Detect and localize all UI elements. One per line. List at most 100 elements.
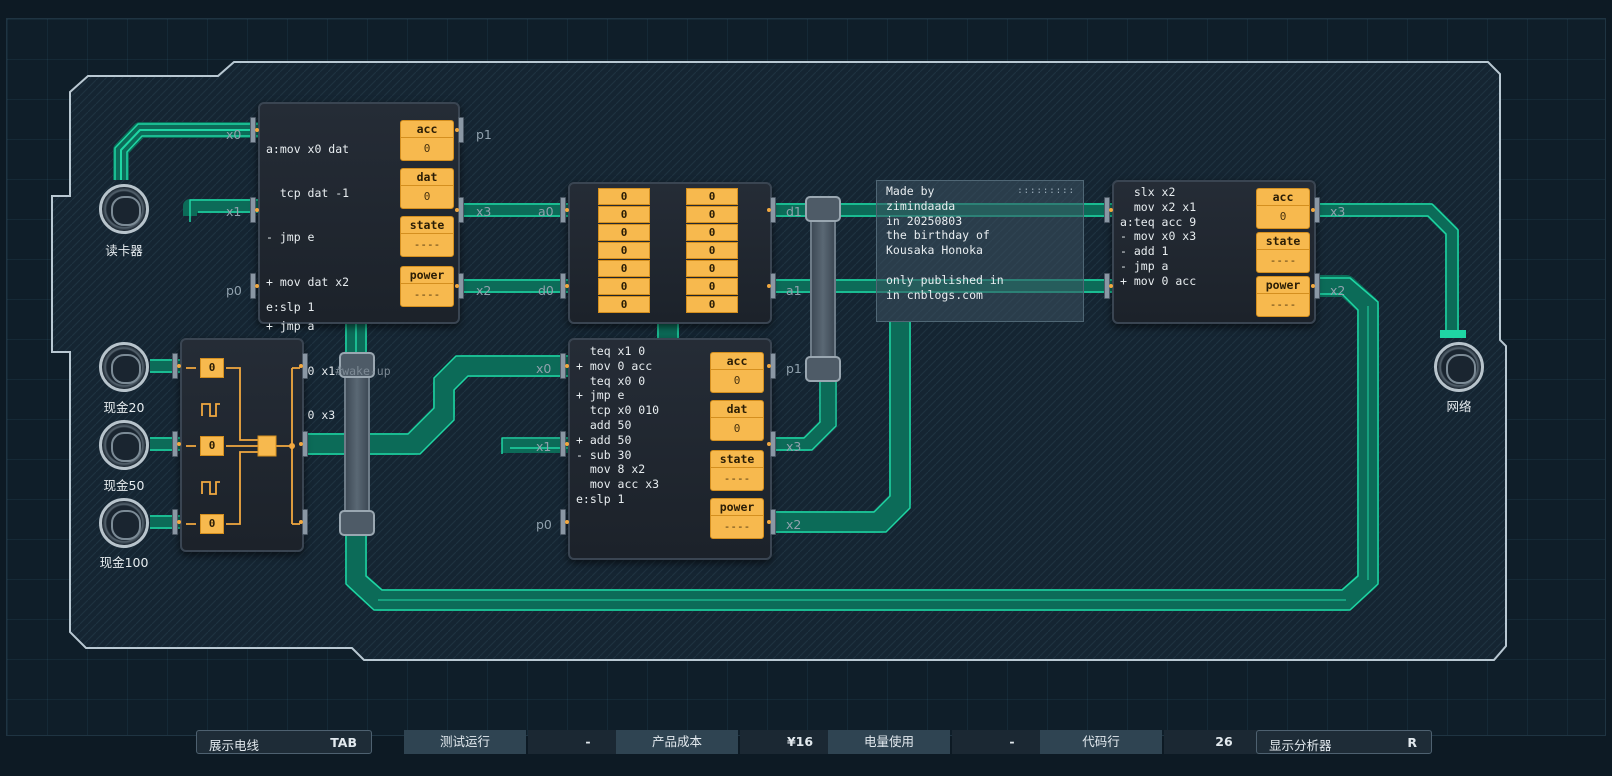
ram-cell: 0	[686, 296, 738, 313]
chip-b-label-p0: p0	[536, 517, 552, 532]
cash20-label: 现金20	[103, 400, 145, 415]
show-analyzer-label: 显示分析器	[1269, 738, 1332, 753]
ram-label-a1: a1	[786, 283, 802, 298]
bridge-vertical-right	[810, 200, 836, 378]
ram-chip[interactable]: 0000000 0000000	[568, 182, 772, 324]
ram-cell: 0	[598, 296, 650, 313]
ram-pin-d1[interactable]	[767, 197, 776, 223]
gate-pin-3[interactable]	[172, 509, 181, 535]
chip-c-state-register: state ----	[1256, 232, 1310, 273]
bridge-cap-right-top	[805, 196, 841, 222]
cash100-device[interactable]	[99, 498, 149, 548]
chip-b-label-x2: x2	[786, 517, 802, 532]
bridge-cap-right-bottom	[805, 356, 841, 382]
note-panel[interactable]: ::::::::: Made by zimindaada in 20250803…	[876, 180, 1084, 322]
chip-b-code[interactable]: teq x1 0 + mov 0 acc teq x0 0 + jmp e tc…	[576, 344, 659, 507]
chip-b-pin-x2[interactable]	[767, 509, 776, 535]
cost-label: 产品成本	[616, 730, 738, 754]
chip-a-pin-x1[interactable]	[250, 197, 259, 223]
chip-b-pin-p0[interactable]	[560, 509, 569, 535]
code-lines-panel: 代码行 26	[1040, 730, 1284, 754]
chip-b-pin-x0[interactable]	[560, 353, 569, 379]
show-wires-button[interactable]: 展示电线 TAB	[196, 730, 372, 754]
ram-pin-d0[interactable]	[560, 273, 569, 299]
ram-pin-a0[interactable]	[560, 197, 569, 223]
gate-pin-out-2[interactable]	[299, 431, 308, 457]
ram-cell: 0	[686, 188, 738, 205]
ram-cell: 0	[598, 188, 650, 205]
chip-c-pin-left-top[interactable]	[1104, 197, 1113, 223]
gate-value-1: 0	[200, 358, 224, 378]
chip-a-pin-x3[interactable]	[455, 197, 464, 223]
code-line: + mov dat x2	[266, 274, 350, 289]
chip-a-state-register: state ----	[400, 216, 454, 257]
pulse-icon	[201, 481, 220, 495]
ram-label-a0: a0	[538, 204, 554, 219]
chip-c-pin-x2[interactable]	[1311, 273, 1320, 299]
cost-panel: 产品成本 ¥16	[616, 730, 860, 754]
chip-a-label-p1: p1	[476, 127, 492, 142]
note-text[interactable]: Made by zimindaada in 20250803 the birth…	[886, 184, 1004, 302]
cash50-label: 现金50	[103, 478, 145, 493]
ram-cell: 0	[598, 278, 650, 295]
card-reader-label: 读卡器	[105, 243, 143, 258]
show-wires-key: TAB	[330, 735, 357, 750]
chip-a-pin-p1[interactable]	[455, 117, 464, 143]
power-usage-panel: 电量使用 -	[828, 730, 1072, 754]
ram-pin-a1[interactable]	[767, 273, 776, 299]
code-line: - jmp e	[266, 230, 315, 245]
show-analyzer-button[interactable]: 显示分析器 R	[1256, 730, 1432, 754]
network-label: 网络	[1446, 399, 1472, 414]
network-connector	[1440, 330, 1466, 338]
ram-cell: 0	[686, 278, 738, 295]
chip-b-label-x1: x1	[536, 439, 552, 454]
bridge-cap-left-bottom	[339, 510, 375, 536]
network-device[interactable]	[1434, 342, 1484, 392]
ram-cell: 0	[686, 260, 738, 277]
gate-pin-1[interactable]	[172, 353, 181, 379]
chip-c-label-x2: x2	[1330, 283, 1346, 298]
show-wires-label: 展示电线	[209, 738, 260, 753]
chip-c-pin-left-bottom[interactable]	[1104, 273, 1113, 299]
card-reader-device[interactable]	[99, 184, 149, 234]
chip-b-dat-register: dat 0	[710, 400, 764, 441]
ram-cell: 0	[598, 260, 650, 277]
chip-c[interactable]: slx x2 mov x2 x1 a:teq acc 9 - mov x0 x3…	[1112, 180, 1316, 324]
chip-a-pin-x0[interactable]	[250, 117, 259, 143]
chip-b-pin-x1[interactable]	[560, 431, 569, 457]
chip-a-label-p0: p0	[226, 283, 242, 298]
chip-a-label-x3: x3	[476, 204, 492, 219]
chip-b-state-register: state ----	[710, 450, 764, 491]
cash100-label: 现金100	[99, 555, 149, 570]
note-drag-handle[interactable]: :::::::::	[1017, 186, 1075, 196]
chip-b-label-x3: x3	[786, 439, 802, 454]
chip-a-acc-register: acc 0	[400, 120, 454, 161]
cash50-device[interactable]	[99, 420, 149, 470]
chip-c-pin-x3[interactable]	[1311, 197, 1320, 223]
gate-pin-2[interactable]	[172, 431, 181, 457]
show-analyzer-key: R	[1407, 735, 1417, 750]
code-line: tcp dat -1	[266, 185, 350, 200]
chip-b-pin-x3[interactable]	[767, 431, 776, 457]
test-run-panel[interactable]: 测试运行 -	[404, 730, 648, 754]
power-usage-label: 电量使用	[828, 730, 950, 754]
gate-block-chip[interactable]: 0 0 0	[180, 338, 304, 552]
code-comment: #wake-up	[335, 363, 391, 378]
chip-a-pin-x2[interactable]	[455, 273, 464, 299]
chip-c-code[interactable]: slx x2 mov x2 x1 a:teq acc 9 - mov x0 x3…	[1120, 185, 1196, 289]
chip-a-pin-p0[interactable]	[250, 273, 259, 299]
chip-a-label-x2: x2	[476, 283, 492, 298]
bottom-toolbar: 展示电线 TAB 测试运行 - 产品成本 ¥16 电量使用 - 代码行 26 显…	[0, 726, 1612, 776]
chip-a-label-x0: x0	[226, 127, 242, 142]
ram-label-d1: d1	[786, 204, 802, 219]
gate-pin-out-1[interactable]	[299, 353, 308, 379]
gate-pin-out-3[interactable]	[299, 509, 308, 535]
test-run-label: 测试运行	[404, 730, 526, 754]
gate-junction-dot	[289, 443, 295, 449]
chip-b-pin-p1[interactable]	[767, 353, 776, 379]
chip-b-acc-register: acc 0	[710, 352, 764, 393]
chip-a-code-tail[interactable]: e:slp 1	[266, 300, 314, 315]
chip-a[interactable]: a:mov x0 dat tcp dat -1 - jmp e + mov da…	[258, 102, 460, 422]
cash20-device[interactable]	[99, 342, 149, 392]
chip-b[interactable]: teq x1 0 + mov 0 acc teq x0 0 + jmp e tc…	[568, 338, 772, 560]
